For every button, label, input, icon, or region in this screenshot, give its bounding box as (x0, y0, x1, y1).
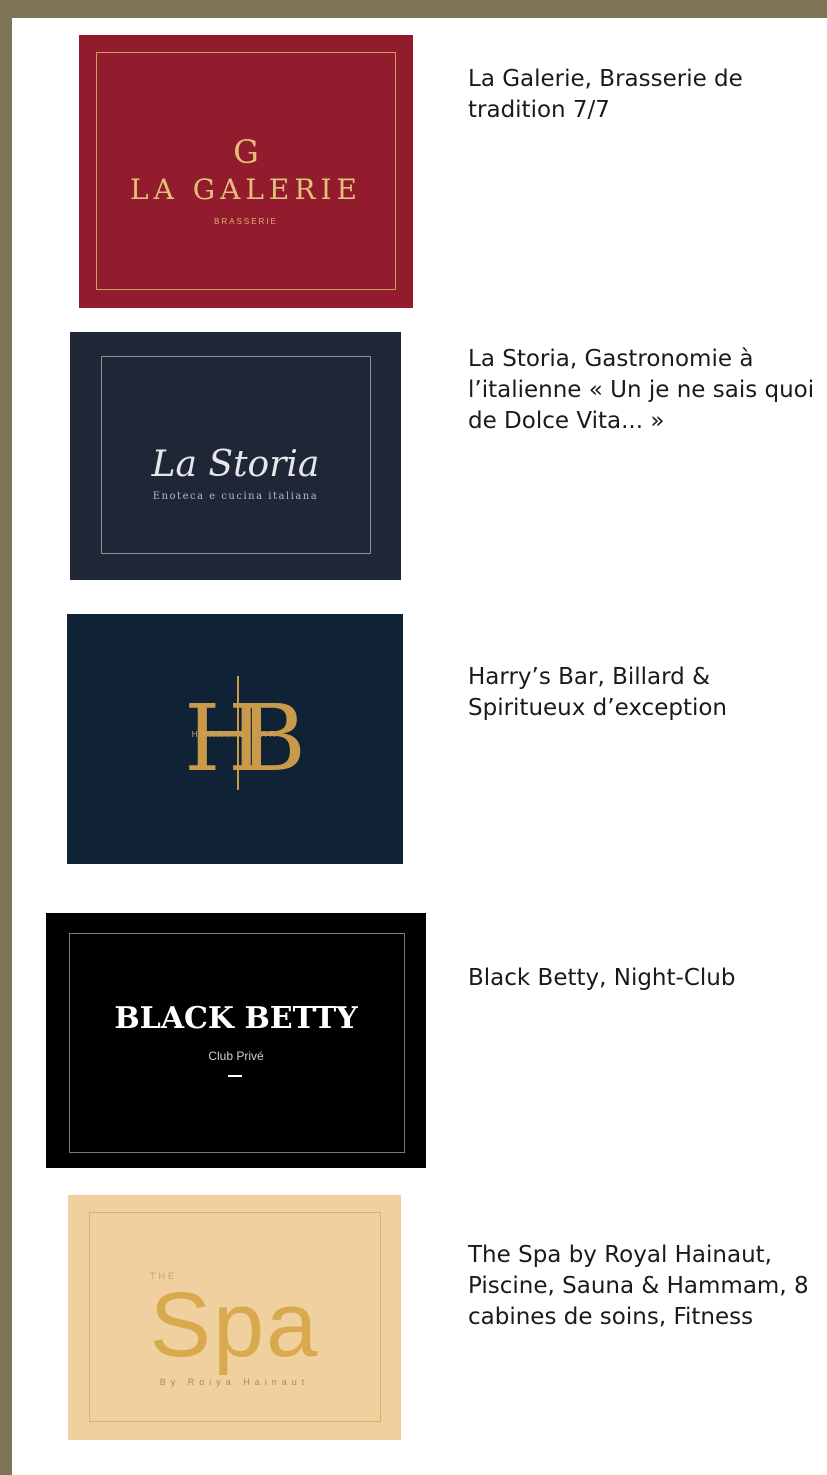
galerie-monogram: G (233, 133, 259, 171)
storia-logo-sub: Enoteca e cucina italiana (152, 491, 319, 502)
la-galerie-logo: G LA GALERIE BRASSERIE (79, 35, 413, 308)
spa-logo-sub: By Roiya Hainaut (159, 1377, 310, 1387)
storia-logo-name: La Storia (151, 444, 320, 485)
spa-logo-name: Spa (149, 1274, 320, 1376)
galerie-caption: La Galerie, Brasserie de tradition 7/7 (468, 66, 743, 123)
storia-caption: La Storia, Gastronomie à l’italienne « U… (468, 346, 815, 434)
la-storia-logo: La Storia Enoteca e cucina italiana (70, 332, 401, 580)
harrys-bar-logo: HB HARRY'S BAR (67, 614, 403, 864)
logo-border (69, 933, 405, 1153)
harrys-monogram: HB (184, 685, 306, 792)
harrys-logo-sub: HARRY'S BAR (191, 730, 279, 739)
betty-caption: Black Betty, Night-Club (468, 965, 736, 991)
logo-dash (228, 1075, 242, 1077)
harrys-caption: Harry’s Bar, Billard & Spiritueux d’exce… (468, 664, 727, 721)
betty-logo-sub: Club Privé (208, 1049, 264, 1063)
black-betty-logo: BLACK BETTY Club Privé (46, 913, 426, 1168)
logo-border (96, 52, 396, 290)
page-frame-top (0, 0, 827, 18)
galerie-logo-sub: BRASSERIE (214, 217, 278, 226)
page-frame-left (0, 0, 22, 1475)
spa-caption: The Spa by Royal Hainaut, Piscine, Sauna… (468, 1242, 809, 1330)
betty-logo-name: BLACK BETTY (114, 1001, 358, 1036)
the-spa-logo: THE Spa By Roiya Hainaut (68, 1195, 401, 1440)
galerie-logo-name: LA GALERIE (130, 173, 362, 206)
